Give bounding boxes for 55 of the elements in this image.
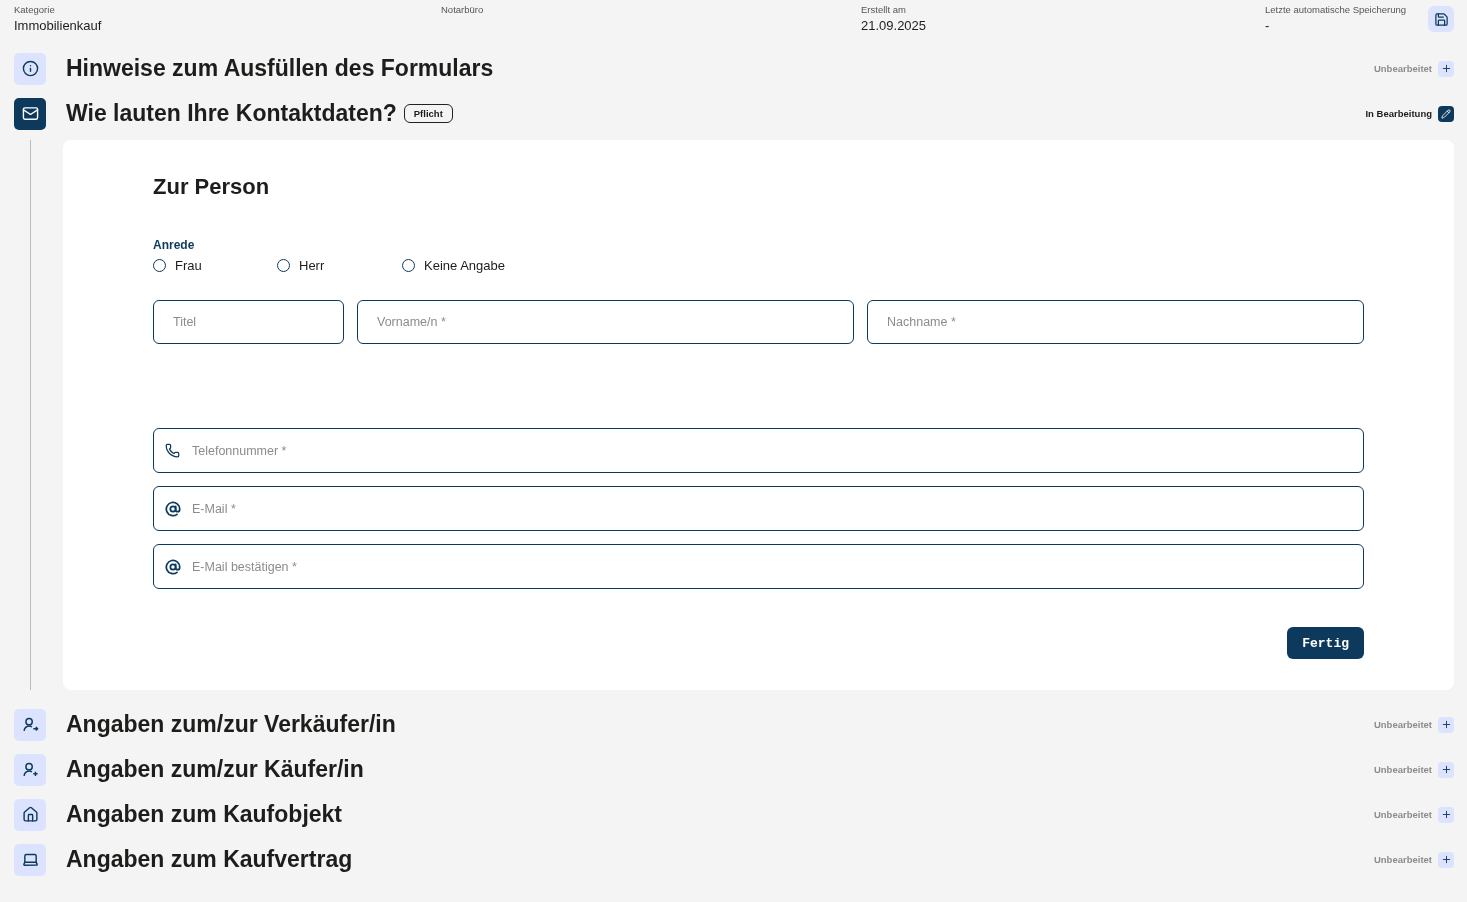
radio-label: Frau bbox=[175, 258, 202, 273]
text-field[interactable]: Telefonnummer * bbox=[153, 428, 1364, 473]
plus-icon bbox=[1440, 854, 1452, 865]
status-label: Unbearbeitet bbox=[1373, 63, 1432, 74]
laptop-icon bbox=[21, 851, 39, 868]
section-title[interactable]: Wie lauten Ihre Kontaktdaten? bbox=[66, 100, 397, 127]
text-field[interactable]: E-Mail * bbox=[153, 486, 1364, 531]
section-title[interactable]: Angaben zum Kaufvertrag bbox=[66, 846, 353, 873]
section-title[interactable]: Hinweise zum Ausfüllen des Formulars bbox=[66, 55, 494, 82]
at-sign-icon bbox=[165, 501, 181, 517]
done-button[interactable]: Fertig bbox=[1287, 627, 1364, 659]
phone-icon bbox=[165, 443, 180, 458]
text-field[interactable]: Nachname * bbox=[867, 300, 1364, 344]
save-button[interactable] bbox=[1428, 6, 1454, 32]
meta-label: Letzte automatische Speicherung bbox=[1265, 4, 1406, 15]
radio-label: Keine Angabe bbox=[424, 258, 505, 273]
text-field[interactable]: Vorname/n * bbox=[357, 300, 854, 344]
plus-icon bbox=[1440, 764, 1452, 775]
plus-icon bbox=[1440, 63, 1452, 74]
status-label: Unbearbeitet bbox=[1373, 809, 1432, 820]
section-title[interactable]: Angaben zum/zur Verkäufer/in bbox=[66, 711, 396, 738]
expand-button[interactable] bbox=[1438, 60, 1454, 77]
person-plus-icon bbox=[21, 761, 39, 778]
house-icon bbox=[21, 806, 39, 823]
expand-button[interactable] bbox=[1438, 851, 1454, 868]
pencil-icon bbox=[1441, 108, 1451, 119]
radio-label: Herr bbox=[299, 258, 325, 273]
field-label: Anrede bbox=[153, 238, 196, 252]
section-title[interactable]: Angaben zum/zur Käufer/in bbox=[66, 756, 364, 783]
form-heading: Zur Person bbox=[153, 174, 271, 200]
meta-label: Notarbüro bbox=[441, 4, 485, 15]
plus-icon bbox=[1440, 809, 1452, 820]
status-label: In Bearbeitung bbox=[1365, 108, 1432, 119]
section-title[interactable]: Angaben zum Kaufobjekt bbox=[66, 801, 342, 828]
text-field[interactable]: Titel bbox=[153, 300, 344, 344]
status-label: Unbearbeitet bbox=[1373, 764, 1432, 775]
plus-icon bbox=[1440, 719, 1452, 730]
person-arrow-icon bbox=[21, 716, 39, 733]
required-tag: Pflicht bbox=[403, 104, 453, 123]
status-label: Unbearbeitet bbox=[1373, 719, 1432, 730]
meta-value: Immobilienkauf bbox=[14, 18, 103, 33]
meta-value: - bbox=[1265, 18, 1271, 33]
text-field[interactable]: E-Mail bestätigen * bbox=[153, 544, 1364, 589]
meta-label: Erstellt am bbox=[861, 4, 907, 15]
meta-label: Kategorie bbox=[14, 4, 56, 15]
save-icon bbox=[1433, 11, 1449, 27]
info-icon bbox=[21, 60, 39, 77]
at-sign-icon bbox=[165, 559, 181, 575]
meta-value: 21.09.2025 bbox=[861, 18, 928, 33]
expand-button[interactable] bbox=[1438, 806, 1454, 823]
expand-button[interactable] bbox=[1438, 716, 1454, 733]
mail-icon bbox=[21, 105, 39, 122]
status-label: Unbearbeitet bbox=[1373, 854, 1432, 865]
edit-button[interactable] bbox=[1438, 105, 1454, 122]
expand-button[interactable] bbox=[1438, 761, 1454, 778]
